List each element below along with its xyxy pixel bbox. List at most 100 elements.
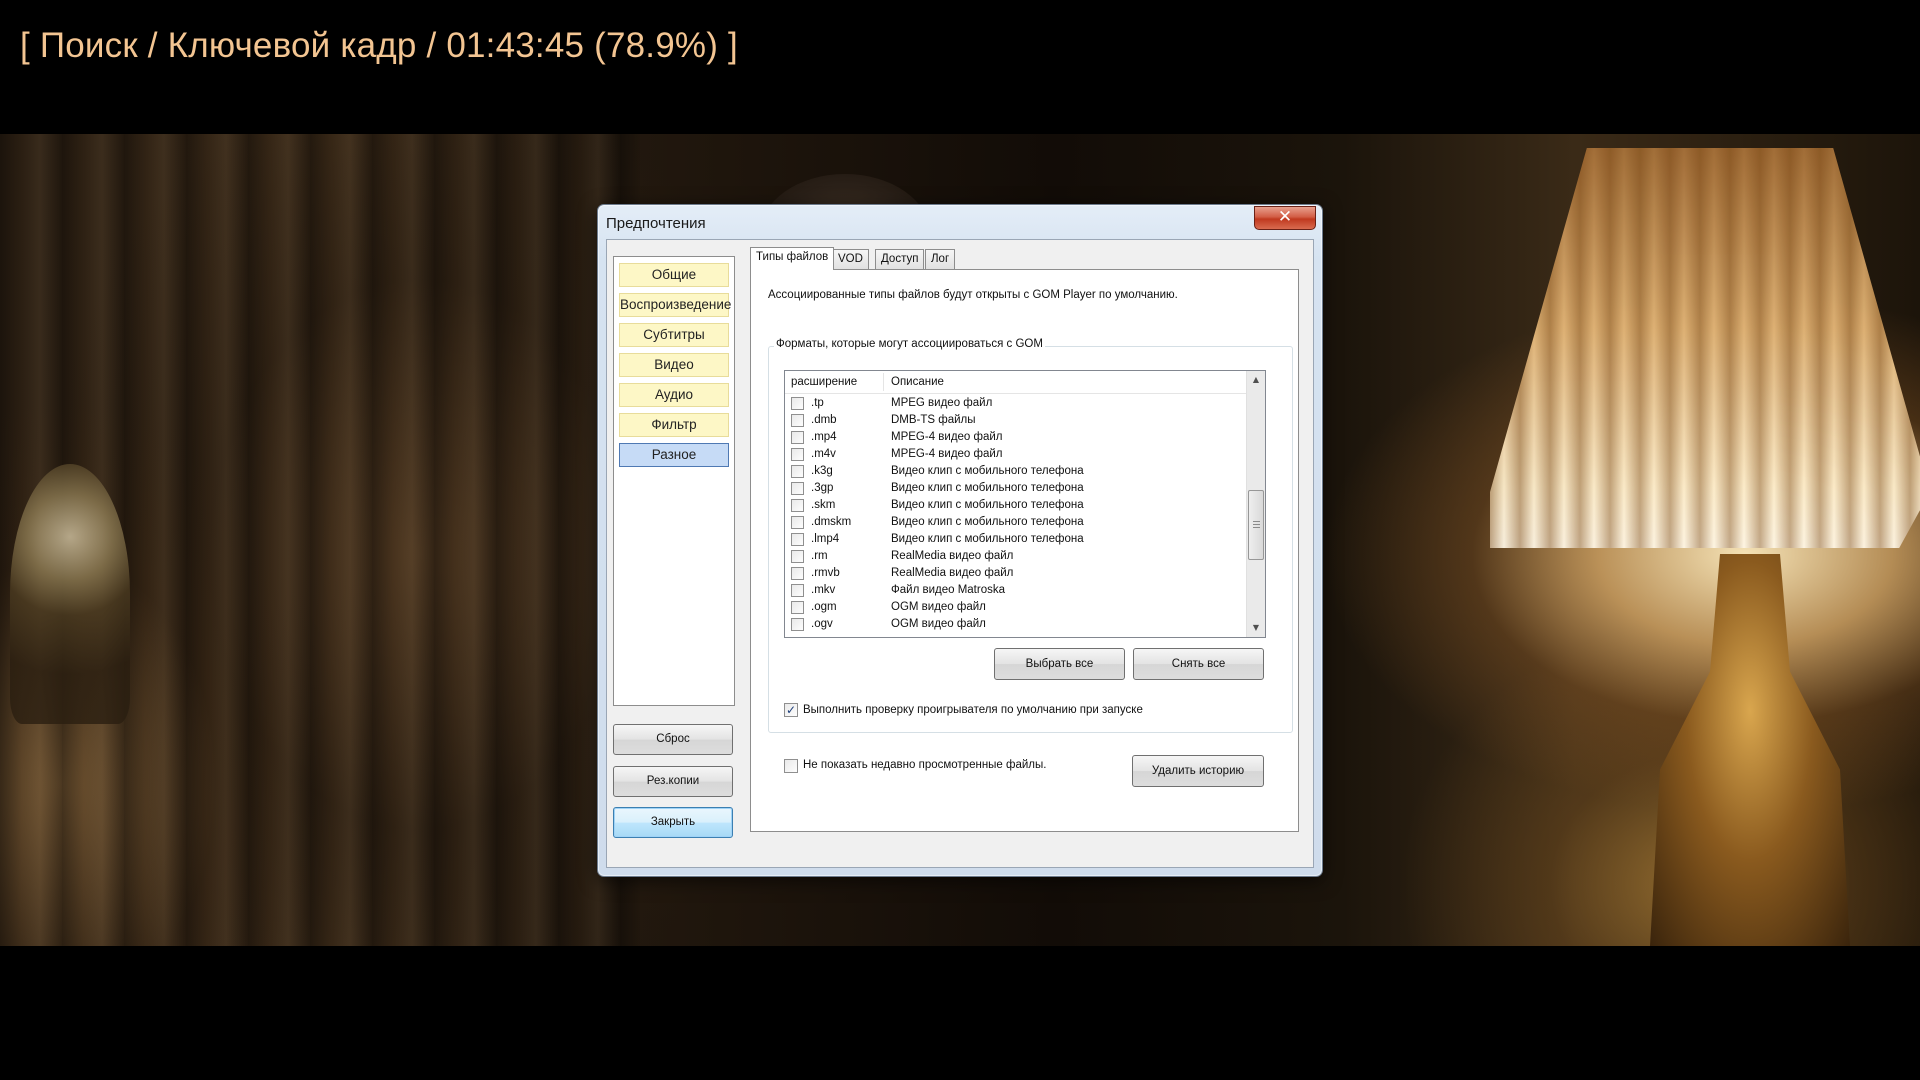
list-item[interactable]: .rm RealMedia видео файл — [785, 548, 1246, 565]
default-player-check-label: Выполнить проверку проигрывателя по умол… — [803, 704, 1143, 716]
extension-checkbox[interactable] — [791, 618, 804, 631]
column-header-description[interactable]: Описание — [891, 376, 944, 388]
grip-line — [1253, 527, 1260, 528]
nav-item-playback[interactable]: Воспроизведение — [619, 293, 731, 317]
association-info-text: Ассоциированные типы файлов будут открыт… — [768, 289, 1178, 301]
nav-item-subtitles[interactable]: Субтитры — [619, 323, 729, 347]
list-item[interactable]: .tp MPEG видео файл — [785, 395, 1246, 412]
extension-description: RealMedia видео файл — [891, 550, 1014, 562]
list-item[interactable]: .dmskm Видео клип с мобильного телефона — [785, 514, 1246, 531]
extension-label: .tp — [811, 397, 824, 409]
nav-item-general[interactable]: Общие — [619, 263, 729, 287]
list-header: расширение Описание — [785, 371, 1246, 394]
extension-checkbox[interactable] — [791, 499, 804, 512]
dialog-titlebar[interactable]: Предпочтения ✕ — [598, 205, 1322, 239]
list-item[interactable]: .ogv OGM видео файл — [785, 616, 1246, 633]
hide-recent-files-checkbox[interactable] — [784, 759, 798, 773]
default-player-check-checkbox[interactable]: ✓ — [784, 703, 798, 717]
extension-checkbox[interactable] — [791, 516, 804, 529]
extension-description: DMB-TS файлы — [891, 414, 976, 426]
extension-checkbox[interactable] — [791, 397, 804, 410]
list-item[interactable]: .lmp4 Видео клип с мобильного телефона — [785, 531, 1246, 548]
extension-description: OGM видео файл — [891, 618, 986, 630]
lamp-base-image — [1650, 554, 1850, 946]
list-scrollbar[interactable]: ▲ ▼ — [1246, 371, 1265, 637]
extension-label: .ogm — [811, 601, 837, 613]
extension-checkbox[interactable] — [791, 601, 804, 614]
extension-label: .dmskm — [811, 516, 852, 528]
list-item[interactable]: .mkv Файл видео Matroska — [785, 582, 1246, 599]
extension-checkbox[interactable] — [791, 414, 804, 427]
extension-checkbox[interactable] — [791, 584, 804, 597]
column-header-extension[interactable]: расширение — [791, 376, 857, 388]
list-item[interactable]: .k3g Видео клип с мобильного телефона — [785, 463, 1246, 480]
extension-label: .ogv — [811, 618, 833, 630]
extension-label: .skm — [811, 499, 836, 511]
extension-description: Видео клип с мобильного телефона — [891, 465, 1084, 477]
select-all-button[interactable]: Выбрать все — [994, 648, 1125, 680]
dialog-client-area: Общие Воспроизведение Субтитры Видео Ауд… — [606, 239, 1314, 868]
hide-recent-files-label: Не показать недавно просмотренные файлы. — [803, 759, 1047, 771]
extension-checkbox[interactable] — [791, 431, 804, 444]
extension-label: .k3g — [811, 465, 833, 477]
extension-description: OGM видео файл — [891, 601, 986, 613]
column-divider[interactable] — [883, 373, 884, 391]
extension-checkbox[interactable] — [791, 482, 804, 495]
extension-description: MPEG видео файл — [891, 397, 993, 409]
scroll-down-arrow-icon[interactable]: ▼ — [1247, 619, 1265, 637]
extension-label: .m4v — [811, 448, 836, 460]
list-item[interactable]: .m4v MPEG-4 видео файл — [785, 446, 1246, 463]
tab-access[interactable]: Доступ — [875, 249, 925, 269]
extension-description: Файл видео Matroska — [891, 584, 1005, 596]
list-item[interactable]: .mp4 MPEG-4 видео файл — [785, 429, 1246, 446]
extension-label: .lmp4 — [811, 533, 840, 545]
extension-description: Видео клип с мобильного телефона — [891, 533, 1084, 545]
scrollbar-thumb[interactable] — [1248, 490, 1264, 560]
list-item[interactable]: .skm Видео клип с мобильного телефона — [785, 497, 1246, 514]
nav-item-audio[interactable]: Аудио — [619, 383, 729, 407]
extension-description: Видео клип с мобильного телефона — [891, 482, 1084, 494]
grip-line — [1253, 524, 1260, 525]
backup-button[interactable]: Рез.копии — [613, 766, 733, 797]
extension-label: .dmb — [811, 414, 837, 426]
file-types-page: Ассоциированные типы файлов будут открыт… — [750, 269, 1299, 832]
lampshade-image — [1490, 148, 1920, 548]
extension-label: .rm — [811, 550, 828, 562]
extension-description: Видео клип с мобильного телефона — [891, 499, 1084, 511]
dialog-title: Предпочтения — [606, 215, 706, 232]
close-button[interactable]: Закрыть — [613, 807, 733, 838]
scroll-up-arrow-icon[interactable]: ▲ — [1247, 371, 1265, 389]
extension-checkbox[interactable] — [791, 448, 804, 461]
nav-item-video[interactable]: Видео — [619, 353, 729, 377]
tab-file-types[interactable]: Типы файлов — [750, 247, 835, 270]
osd-seek-message: [ Поиск / Ключевой кадр / 01:43:45 (78.9… — [20, 26, 738, 65]
close-icon[interactable]: ✕ — [1254, 206, 1316, 230]
delete-history-button[interactable]: Удалить историю — [1132, 755, 1264, 787]
file-type-list: расширение Описание .tp MPEG видео файл … — [784, 370, 1266, 638]
extension-label: .mkv — [811, 584, 836, 596]
extension-checkbox[interactable] — [791, 533, 804, 546]
extension-description: RealMedia видео файл — [891, 567, 1014, 579]
extension-checkbox[interactable] — [791, 465, 804, 478]
nav-item-misc[interactable]: Разное — [619, 443, 729, 467]
category-list: Общие Воспроизведение Субтитры Видео Ауд… — [613, 256, 735, 706]
extension-label: .rmvb — [811, 567, 840, 579]
deselect-all-button[interactable]: Снять все — [1133, 648, 1264, 680]
extension-label: .mp4 — [811, 431, 837, 443]
tab-log[interactable]: Лог — [925, 249, 956, 269]
clock-image — [10, 464, 130, 724]
nav-item-filter[interactable]: Фильтр — [619, 413, 729, 437]
list-item[interactable]: .ogm OGM видео файл — [785, 599, 1246, 616]
list-item[interactable]: .rmvb RealMedia видео файл — [785, 565, 1246, 582]
reset-button[interactable]: Сброс — [613, 724, 733, 755]
list-item[interactable]: .dmb DMB-TS файлы — [785, 412, 1246, 429]
extension-checkbox[interactable] — [791, 550, 804, 563]
formats-groupbox: Форматы, которые могут ассоциироваться с… — [768, 338, 1293, 733]
extension-checkbox[interactable] — [791, 567, 804, 580]
extension-description: MPEG-4 видео файл — [891, 431, 1003, 443]
extension-description: Видео клип с мобильного телефона — [891, 516, 1084, 528]
tab-vod[interactable]: VOD — [832, 249, 869, 269]
formats-group-label: Форматы, которые могут ассоциироваться с… — [774, 338, 1045, 350]
grip-line — [1253, 521, 1260, 522]
list-item[interactable]: .3gp Видео клип с мобильного телефона — [785, 480, 1246, 497]
